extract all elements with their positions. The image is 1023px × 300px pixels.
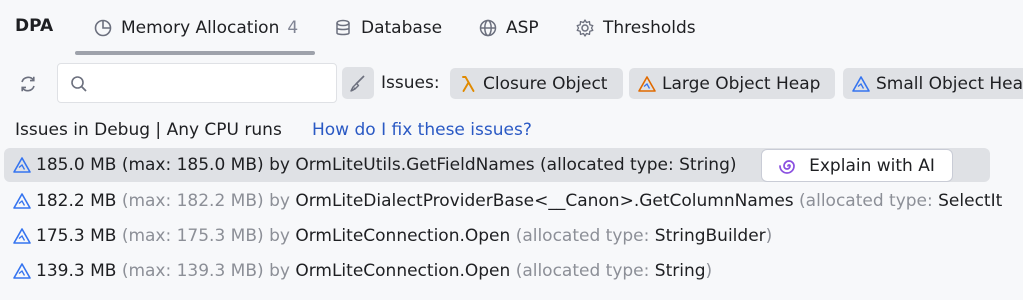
method-name: OrmLiteConnection.Open [295, 261, 511, 281]
allocation-size: 175.3 MB [36, 226, 117, 246]
tab-label: Thresholds [603, 18, 696, 38]
max-size: (max: 139.3 MB) [121, 261, 264, 281]
database-icon [333, 18, 353, 38]
active-tab-indicator [75, 51, 315, 55]
allocated-type-label: (allocated type: [515, 261, 650, 281]
table-row[interactable]: 175.3 MB (max: 175.3 MB) by OrmLiteConne… [0, 219, 1023, 253]
tab-database[interactable]: Database [333, 14, 442, 42]
allocation-size: 185.0 MB [36, 155, 117, 175]
by-text: by [269, 261, 290, 281]
by-text: by [269, 226, 290, 246]
by-text: by [269, 155, 290, 175]
triangle-icon [12, 261, 32, 281]
explain-with-ai-button[interactable]: Explain with AI [761, 149, 953, 182]
allocation-size: 182.2 MB [36, 191, 117, 211]
table-row[interactable]: 182.2 MB (max: 182.2 MB) by OrmLiteDiale… [0, 184, 1023, 218]
how-to-fix-link[interactable]: How do I fix these issues? [312, 120, 532, 140]
pie-chart-icon [93, 18, 113, 38]
tab-thresholds[interactable]: Thresholds [575, 14, 696, 42]
refresh-button[interactable] [14, 70, 42, 98]
allocation-size: 139.3 MB [36, 261, 117, 281]
chip-label: Large Object Heap [662, 73, 821, 94]
tab-label: ASP [506, 18, 539, 38]
tab-count-badge: 4 [287, 18, 299, 38]
chip-label: Closure Object [483, 73, 608, 94]
table-row[interactable]: 139.3 MB (max: 139.3 MB) by OrmLiteConne… [0, 254, 1023, 288]
filter-chip-closure-object[interactable]: Closure Object [450, 68, 623, 99]
warning-triangle-icon [637, 74, 657, 94]
close-paren: ) [765, 226, 773, 246]
method-name: OrmLiteDialectProviderBase<__Canon>.GetC… [295, 191, 794, 211]
brush-icon [348, 73, 368, 93]
close-paren: ) [729, 155, 737, 175]
issues-scope-label: Issues in Debug | Any CPU runs [15, 120, 282, 140]
ai-spiral-icon [779, 156, 799, 176]
clear-filter-button[interactable] [342, 67, 374, 99]
tab-label: Database [361, 18, 443, 38]
method-name: OrmLiteUtils.GetFieldNames [295, 155, 535, 175]
filter-chip-large-object-heap[interactable]: Large Object Heap [629, 68, 835, 99]
tab-label: Memory Allocation [121, 18, 280, 38]
globe-icon [478, 18, 498, 38]
by-text: by [269, 191, 290, 211]
allocated-type-label: (allocated type: [515, 226, 650, 246]
allocated-type: String [679, 155, 730, 175]
triangle-icon [851, 74, 871, 94]
allocated-type: SelectIt [938, 191, 1003, 211]
filter-chip-small-object-heap[interactable]: Small Object Heap [843, 68, 1023, 99]
triangle-icon [12, 191, 32, 211]
max-size: (max: 175.3 MB) [121, 226, 264, 246]
max-size: (max: 185.0 MB) [121, 155, 264, 175]
search-input[interactable] [98, 70, 332, 98]
tab-memory-allocation[interactable]: Memory Allocation 4 [93, 14, 298, 42]
search-field[interactable] [57, 63, 337, 103]
allocated-type: StringBuilder [654, 226, 766, 246]
allocated-type-label: (allocated type: [799, 191, 933, 211]
max-size: (max: 182.2 MB) [121, 191, 264, 211]
lambda-icon [458, 74, 478, 94]
button-label: Explain with AI [809, 155, 935, 176]
issues-filter-label: Issues: [381, 73, 440, 93]
allocated-type-label: (allocated type: [540, 155, 674, 175]
chip-label: Small Object Heap [876, 73, 1023, 94]
search-icon [69, 74, 89, 94]
triangle-icon [12, 226, 32, 246]
tab-bar: DPA Memory Allocation 4 Database ASP Thr… [0, 0, 1023, 56]
triangle-icon [12, 155, 32, 175]
tool-window-title: DPA [15, 16, 54, 36]
method-name: OrmLiteConnection.Open [295, 226, 511, 246]
close-paren: ) [705, 261, 713, 281]
gear-icon [575, 18, 595, 38]
refresh-icon [18, 74, 38, 94]
tab-asp[interactable]: ASP [478, 14, 539, 42]
allocated-type: String [654, 261, 706, 281]
